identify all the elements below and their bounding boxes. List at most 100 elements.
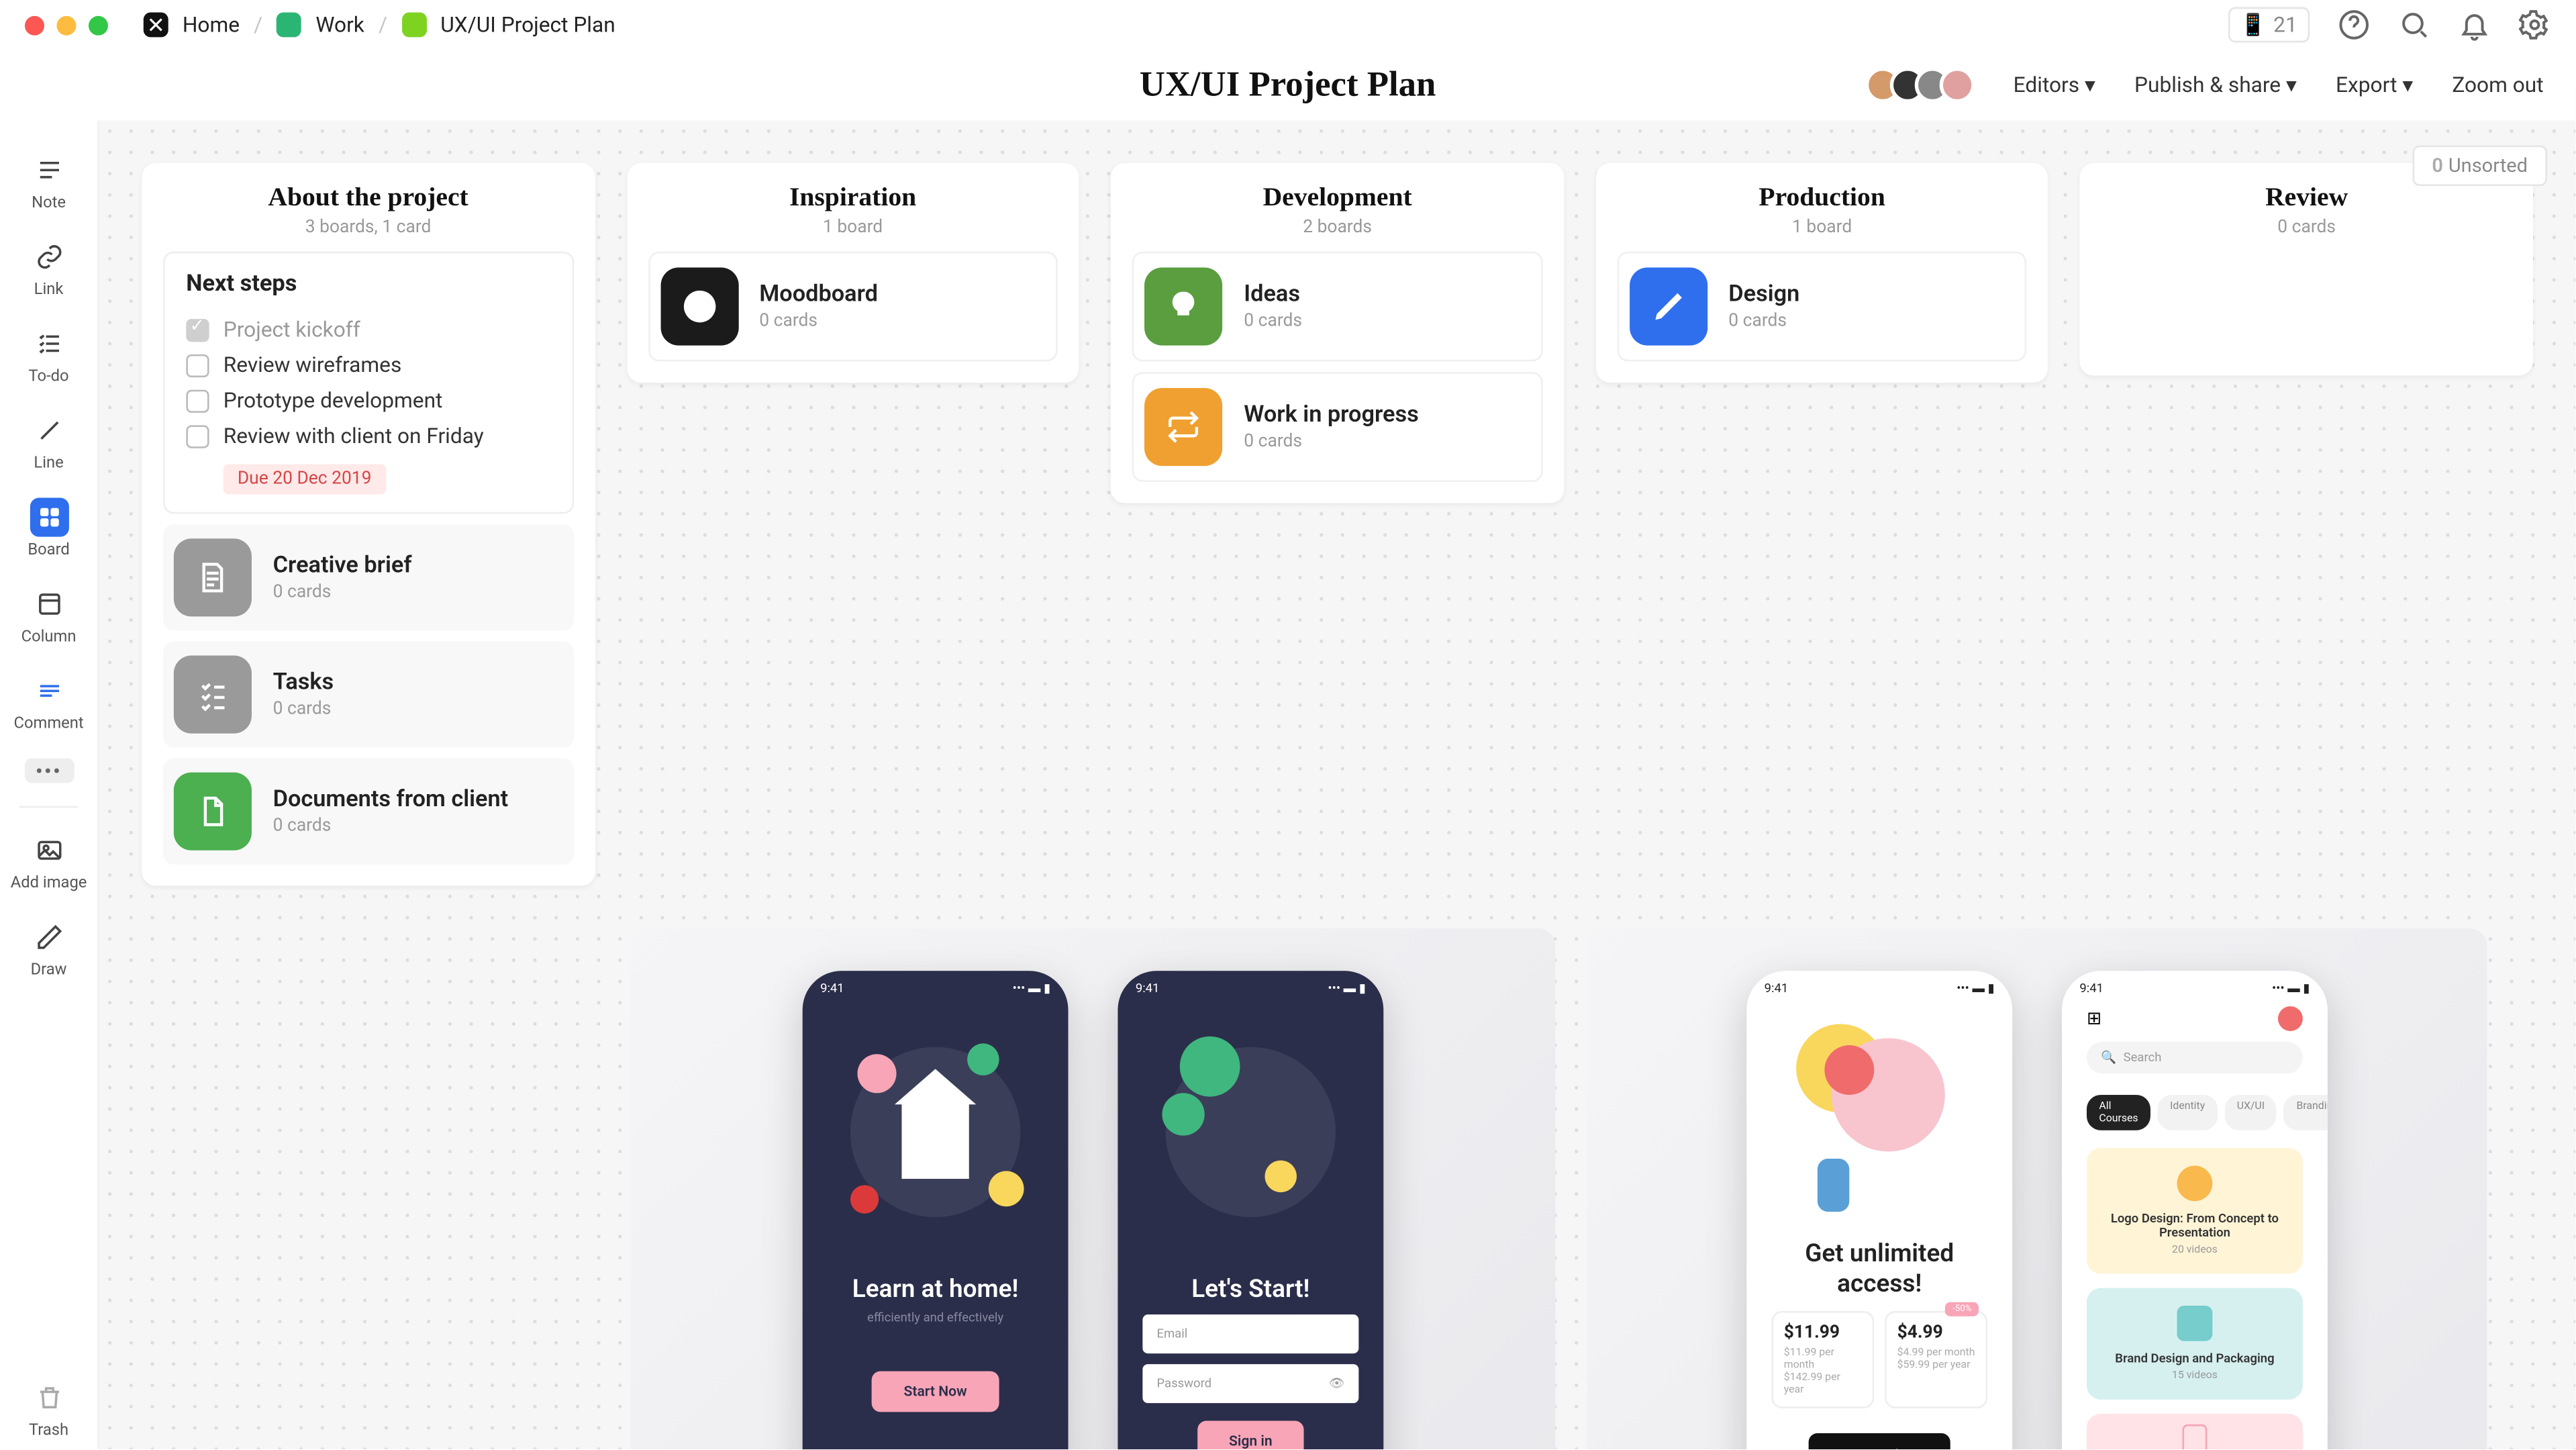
column-inspiration[interactable]: Inspiration1 board Moodboard0 cards (626, 163, 1079, 383)
signin-button[interactable]: Sign in (1197, 1420, 1304, 1449)
sidebar-trash[interactable]: Trash (0, 1369, 97, 1449)
breadcrumb: Home / Work / UX/UI Project Plan (144, 12, 615, 37)
export-dropdown[interactable]: Export▾ (2336, 72, 2413, 97)
crumb-plan[interactable]: UX/UI Project Plan (440, 12, 615, 37)
eye-icon[interactable]: 👁 (1329, 1377, 1344, 1391)
todo-item[interactable]: Project kickoff (186, 311, 550, 347)
circle-icon (660, 267, 738, 345)
board-moodboard[interactable]: Moodboard0 cards (648, 252, 1058, 362)
checkbox-icon[interactable] (186, 318, 209, 341)
sidebar-column[interactable]: Column (0, 576, 97, 656)
column-review[interactable]: Review0 cards (2080, 163, 2533, 376)
link-icon (30, 238, 68, 277)
checkbox-icon[interactable] (186, 389, 209, 412)
search-icon: 🔍 (2101, 1051, 2116, 1065)
image-icon (30, 831, 68, 870)
chip[interactable]: All Courses (2087, 1095, 2150, 1130)
chip[interactable]: Branding (2284, 1095, 2328, 1130)
chevron-down-icon: ▾ (2286, 72, 2297, 97)
column-development[interactable]: Development2 boards Ideas0 cards Work in… (1111, 163, 1564, 503)
mockup-preview-right[interactable]: 9:41••• ▬ ▮ Get unlimited access! $11.99… (1587, 928, 2487, 1449)
bell-icon[interactable] (2459, 9, 2491, 41)
checkbox-icon[interactable] (186, 424, 209, 447)
board-icon (30, 498, 68, 537)
phone-mockup: 9:41••• ▬ ▮ Get unlimited access! $11.99… (1746, 971, 2012, 1449)
maximize-window[interactable] (89, 15, 108, 34)
device-count[interactable]: 📱 21 (2228, 7, 2310, 43)
chip[interactable]: UX/UI (2224, 1095, 2277, 1130)
column-title: About the project (163, 184, 573, 214)
publish-dropdown[interactable]: Publish & share▾ (2134, 72, 2297, 97)
sidebar-note[interactable]: Note (0, 142, 97, 222)
mockup-preview-left[interactable]: 9:41••• ▬ ▮ Learn at home! efficiently a… (630, 928, 1555, 1449)
column-production[interactable]: Production1 board Design0 cards (1595, 163, 2048, 383)
sidebar-draw[interactable]: Draw (0, 909, 97, 989)
search-input[interactable]: 🔍Search (2087, 1042, 2303, 1074)
phone-mockup: 9:41••• ▬ ▮ ⊞ 🔍Search All Courses Identi… (2062, 971, 2328, 1449)
grid-icon[interactable]: ⊞ (2087, 1009, 2101, 1028)
chevron-down-icon: ▾ (2085, 72, 2095, 97)
price-option[interactable]: $11.99$11.99 per month$142.99 per year (1771, 1310, 1874, 1408)
board-creative-brief[interactable]: Creative brief0 cards (163, 524, 573, 630)
gear-icon[interactable] (2519, 9, 2551, 41)
due-badge: Due 20 Dec 2019 (224, 464, 386, 494)
notification-icon[interactable] (2278, 1006, 2303, 1031)
unsorted-badge[interactable]: 0Unsorted (2412, 145, 2547, 186)
board-design[interactable]: Design0 cards (1617, 252, 2027, 362)
sidebar-todo[interactable]: To-do (0, 316, 97, 395)
todo-item[interactable]: Review with client on Friday (186, 418, 550, 454)
crumb-work[interactable]: Work (315, 12, 364, 37)
column-title: Inspiration (648, 184, 1058, 214)
sync-icon (1144, 388, 1222, 466)
board-wip[interactable]: Work in progress0 cards (1132, 372, 1542, 482)
next-steps-card[interactable]: Next steps Project kickoff Review wirefr… (163, 252, 573, 514)
zoom-out-button[interactable]: Zoom out (2452, 72, 2543, 97)
editors-dropdown[interactable]: Editors▾ (2014, 72, 2095, 97)
board-ideas[interactable]: Ideas0 cards (1132, 252, 1542, 362)
plan-icon (401, 12, 426, 37)
go-premium-button[interactable]: Go Premium (1808, 1433, 1951, 1449)
editor-avatars[interactable] (1875, 67, 1975, 103)
phone-icon: 📱 (2240, 12, 2266, 37)
todo-item[interactable]: Review wireframes (186, 347, 550, 383)
password-field[interactable]: Password👁 (1142, 1364, 1358, 1403)
minimize-window[interactable] (56, 15, 76, 34)
column-about[interactable]: About the project3 boards, 1 card Next s… (142, 163, 595, 886)
work-icon (277, 12, 301, 37)
course-card[interactable] (2087, 1414, 2303, 1449)
canvas[interactable]: 0Unsorted About the project3 boards, 1 c… (99, 120, 2575, 1449)
chevron-down-icon: ▾ (2402, 72, 2413, 97)
bulb-icon (1144, 267, 1222, 345)
board-tasks[interactable]: Tasks0 cards (163, 641, 573, 747)
email-field[interactable]: Email (1142, 1314, 1358, 1353)
start-now-button[interactable]: Start Now (872, 1371, 999, 1412)
phone-mockup: 9:41••• ▬ ▮ Learn at home! efficiently a… (802, 971, 1068, 1449)
sidebar-add-image[interactable]: Add image (0, 822, 97, 902)
course-card[interactable]: Logo Design: From Concept to Presentatio… (2087, 1148, 2303, 1273)
search-icon[interactable] (2398, 9, 2430, 41)
column-title: Production (1617, 184, 2027, 214)
sidebar: Note Link To-do Line Board Column Commen… (0, 120, 99, 1449)
chip[interactable]: Identity (2157, 1095, 2217, 1130)
column-icon (30, 585, 68, 624)
pen-icon (1629, 267, 1707, 345)
todo-item[interactable]: Prototype development (186, 383, 550, 418)
checkbox-icon[interactable] (186, 353, 209, 376)
phone-mockup: 9:41••• ▬ ▮ Let's Start! Email Password👁… (1118, 971, 1383, 1449)
todo-icon (30, 324, 68, 363)
close-window[interactable] (25, 15, 44, 34)
sidebar-board[interactable]: Board (0, 489, 97, 569)
line-icon (30, 411, 68, 450)
board-documents[interactable]: Documents from client0 cards (163, 758, 573, 864)
help-icon[interactable] (2338, 9, 2370, 41)
price-option[interactable]: -50%$4.99$4.99 per month$59.99 per year (1885, 1310, 1987, 1408)
home-icon (144, 12, 168, 37)
sidebar-line[interactable]: Line (0, 402, 97, 482)
sidebar-more[interactable]: ••• (0, 749, 97, 791)
course-card[interactable]: Brand Design and Packaging 15 videos (2087, 1288, 2303, 1400)
sidebar-link[interactable]: Link (0, 228, 97, 308)
more-icon: ••• (24, 758, 74, 783)
comment-icon (30, 671, 68, 710)
crumb-home[interactable]: Home (183, 12, 240, 37)
sidebar-comment[interactable]: Comment (0, 663, 97, 742)
